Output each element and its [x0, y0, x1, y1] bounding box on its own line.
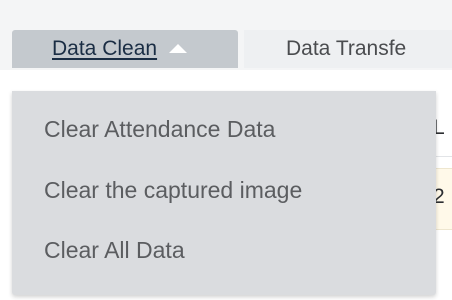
- tab-data-transfer[interactable]: Data Transfe: [244, 30, 452, 68]
- tab-data-transfer-label: Data Transfe: [286, 37, 407, 60]
- menu-item-clear-captured-image[interactable]: Clear the captured image: [44, 177, 302, 204]
- menu-item-clear-attendance-data[interactable]: Clear Attendance Data: [44, 116, 275, 143]
- top-strip: [0, 0, 452, 26]
- tab-data-clean[interactable]: Data Clean: [12, 30, 238, 68]
- caret-up-icon: [169, 43, 188, 53]
- tab-data-clean-label: Data Clean: [52, 37, 158, 60]
- menu-item-clear-all-data[interactable]: Clear All Data: [44, 237, 185, 264]
